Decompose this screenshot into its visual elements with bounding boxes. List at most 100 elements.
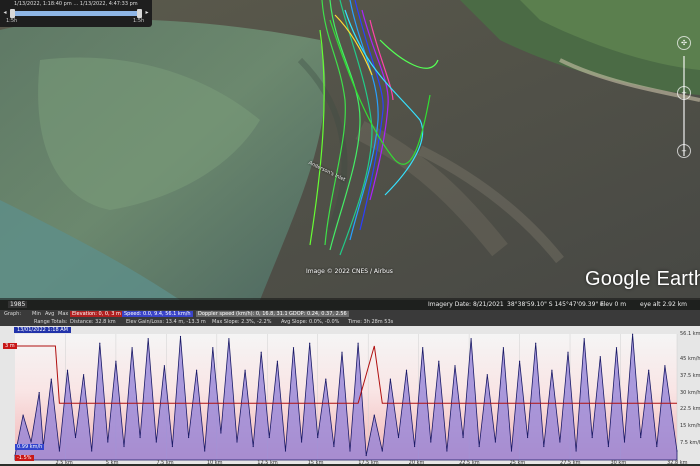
- speed-point: [50, 378, 52, 380]
- speed-point: [220, 432, 222, 434]
- speed-point: [163, 365, 165, 367]
- speed-point: [22, 414, 24, 416]
- speed-point: [599, 356, 601, 358]
- speed-point: [244, 369, 246, 371]
- y-tick-label: 37.5 km/h: [680, 372, 700, 379]
- speed-point: [236, 441, 238, 443]
- time-back-icon[interactable]: ◂: [1, 9, 9, 17]
- speed-point: [74, 436, 77, 439]
- time-slider-start-handle[interactable]: [10, 9, 15, 18]
- time-slider-end-handle[interactable]: [137, 9, 142, 18]
- speed-point: [551, 369, 553, 371]
- y-tick-label: 7.5 km/h: [680, 440, 700, 447]
- speed-point: [438, 360, 440, 362]
- x-tick-label: 7.5 km: [156, 460, 174, 466]
- track-date-chip: 13/01/2022 1:18 AM: [14, 327, 71, 333]
- x-tick-label: 20 km: [408, 460, 425, 466]
- imagery-copyright: Image © 2022 CNES / Airbus: [306, 268, 393, 275]
- time-start-label: 1:5h: [6, 18, 18, 24]
- imagery-date: Imagery Date: 8/21/2021: [428, 301, 504, 308]
- speed-point: [494, 441, 496, 443]
- speed-point: [83, 374, 85, 376]
- speed-point: [607, 445, 610, 448]
- compass-icon[interactable]: ✣: [677, 36, 691, 50]
- speed-point: [373, 414, 375, 416]
- elevation-profile-panel[interactable]: Graph: Min Avg Max Elevation: 0, 0, 3 m …: [0, 310, 700, 466]
- speed-point: [139, 436, 141, 439]
- speed-point: [301, 441, 303, 443]
- satellite-imagery[interactable]: [0, 0, 700, 300]
- speed-point: [389, 378, 391, 380]
- speed-point: [155, 441, 157, 443]
- speed-point: [397, 436, 400, 439]
- x-tick-label: 25 km: [509, 460, 526, 466]
- speed-point: [446, 450, 448, 452]
- speed-point: [615, 347, 618, 349]
- speed-point: [632, 333, 634, 335]
- speed-point: [123, 445, 125, 448]
- x-tick-label: 2.5 km: [55, 460, 73, 466]
- speed-point: [648, 369, 650, 371]
- speed-point: [204, 450, 206, 452]
- speed-point: [341, 351, 343, 353]
- x-tick-label: 17.5 km: [358, 460, 379, 466]
- speed-point: [252, 445, 254, 448]
- speed-point: [478, 445, 480, 448]
- speed-point: [188, 436, 190, 439]
- x-tick-label: 22.5 km: [459, 460, 480, 466]
- x-tick-label: 12.5 km: [257, 460, 278, 466]
- speed-point: [527, 436, 529, 439]
- speed-point: [91, 450, 93, 452]
- time-forward-icon[interactable]: ▸: [143, 9, 151, 17]
- y-tick-label: 22.5 km/h: [680, 406, 700, 413]
- speed-point: [357, 342, 359, 344]
- speed-point: [676, 450, 678, 452]
- speed-point: [510, 450, 513, 452]
- slope-min-chip: -1.5%: [15, 455, 34, 461]
- speed-point: [212, 347, 214, 349]
- status-bar: 1985 Imagery Date: 8/21/2021 38°38'59.10…: [0, 298, 700, 310]
- cursor-coordinates: 38°38'59.10" S 145°47'09.39" E: [507, 301, 604, 308]
- zoom-out-icon[interactable]: −: [677, 144, 691, 158]
- speed-point: [268, 436, 270, 439]
- navigation-controls[interactable]: ✣ + −: [674, 36, 694, 161]
- speed-point: [575, 450, 577, 452]
- speed-point: [519, 360, 521, 362]
- speed-point: [317, 436, 319, 439]
- speed-point: [38, 392, 40, 394]
- speed-point: [664, 365, 666, 367]
- speed-point: [486, 374, 488, 376]
- speed-point: [462, 436, 464, 439]
- speed-point: [502, 347, 504, 349]
- y-tick-label: 15 km/h: [680, 423, 700, 430]
- speed-point: [228, 338, 230, 340]
- zoom-slider[interactable]: [683, 56, 685, 156]
- x-tick-label: 32.8 km: [667, 460, 688, 466]
- speed-point: [623, 441, 626, 443]
- profile-chart[interactable]: [0, 310, 700, 464]
- time-slider[interactable]: 1/13/2022, 1:18:40 pm … 1/13/2022, 4:47:…: [0, 0, 152, 27]
- cursor-elevation: elev 0 m: [600, 301, 627, 308]
- speed-point: [470, 338, 472, 340]
- zoom-in-icon[interactable]: +: [677, 86, 691, 100]
- x-tick-label: 10 km: [206, 460, 223, 466]
- y-tick-label: 30 km/h: [680, 389, 700, 396]
- time-slider-track[interactable]: [10, 11, 142, 16]
- speed-point: [276, 360, 278, 362]
- speed-point: [284, 450, 287, 452]
- speed-point: [30, 441, 32, 443]
- speed-point: [333, 445, 335, 448]
- speed-point: [430, 441, 432, 443]
- x-tick-label: 30 km: [610, 460, 627, 466]
- speed-point: [196, 369, 198, 371]
- speed-point: [454, 365, 456, 367]
- speed-point: [115, 360, 117, 362]
- speed-point: [349, 450, 351, 452]
- google-earth-logo: Google Earth: [585, 268, 700, 290]
- x-tick-label: 5 km: [105, 460, 119, 466]
- time-end-label: 1:5h: [133, 18, 145, 24]
- speed-point: [171, 445, 173, 448]
- speed-point: [58, 450, 61, 452]
- map-view[interactable]: Anderson's Inlet Image © 2022 CNES / Air…: [0, 0, 700, 300]
- history-year: 1985: [8, 301, 28, 308]
